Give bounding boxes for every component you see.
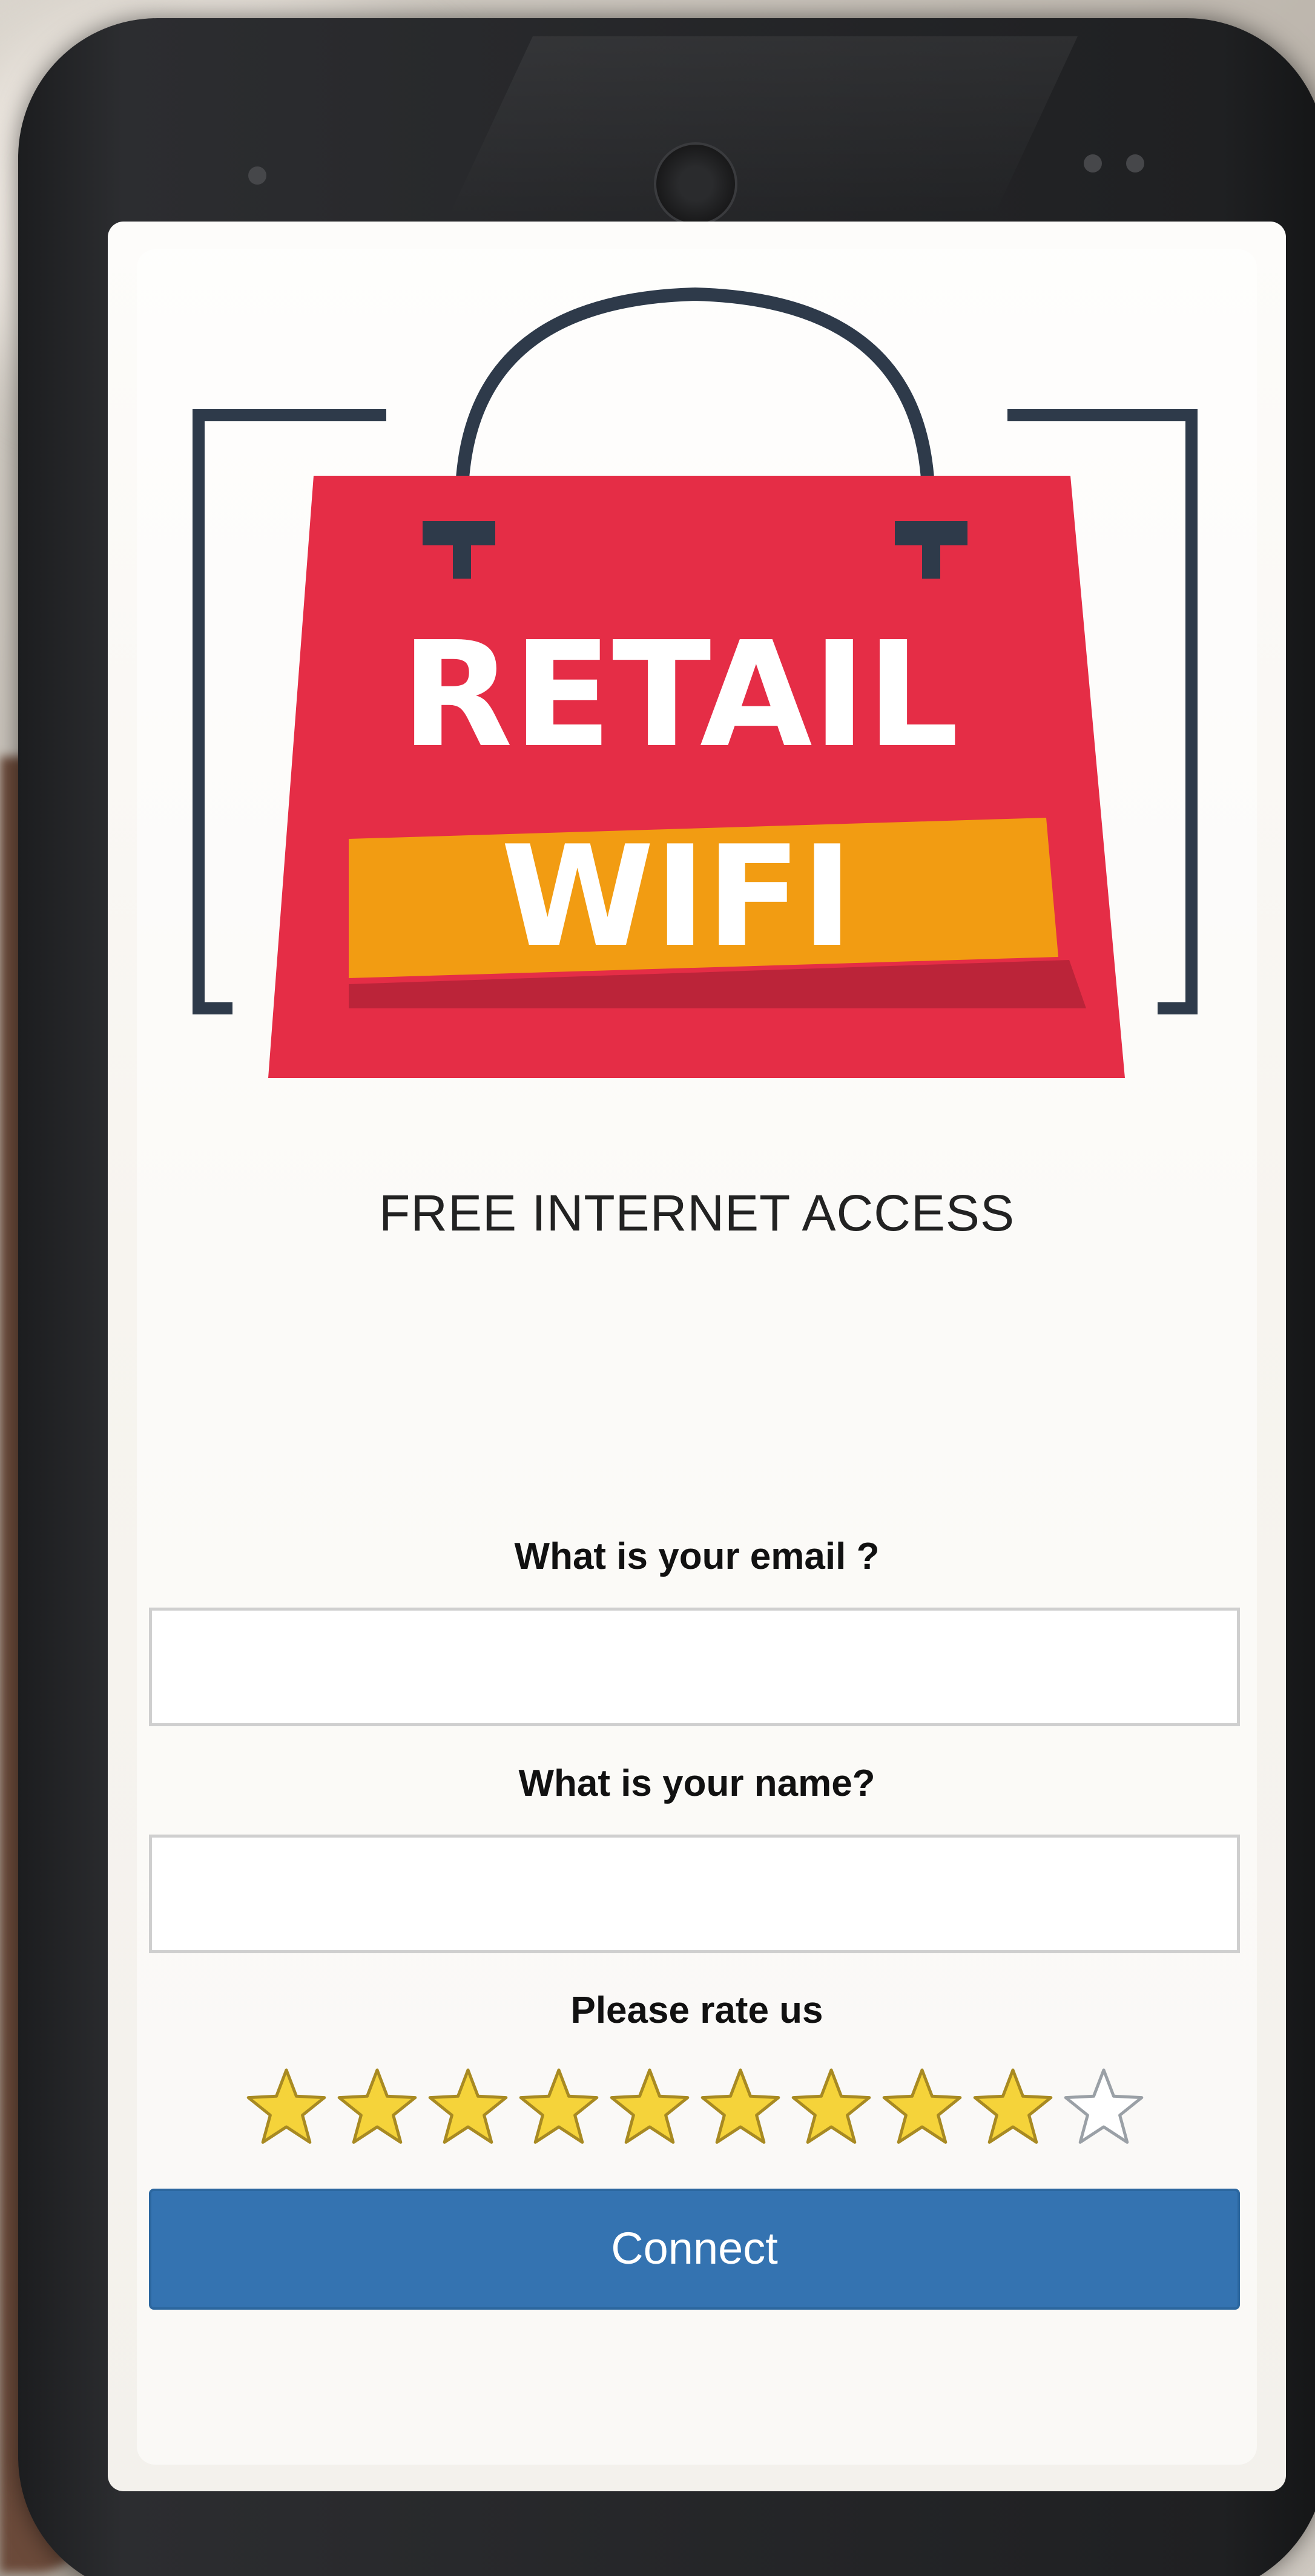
phone-frame: RETAIL WIFI FREE INTERNET ACCESS What is… [18, 18, 1315, 2576]
star-filled-icon[interactable] [695, 2062, 786, 2152]
phone-gloss [448, 36, 1078, 218]
sensor-icon [1126, 154, 1144, 172]
sensor-icon [248, 166, 266, 185]
front-camera-icon [654, 142, 737, 226]
star-empty-icon[interactable] [1058, 2062, 1149, 2152]
name-label: What is your name? [518, 1763, 875, 1804]
star-rating[interactable] [241, 2062, 1149, 2152]
star-filled-icon[interactable] [513, 2062, 604, 2152]
star-filled-icon[interactable] [877, 2062, 967, 2152]
handle-clip-icon [895, 521, 967, 545]
handle-clip-icon [423, 521, 495, 545]
star-filled-icon[interactable] [332, 2062, 423, 2152]
tagline: FREE INTERNET ACCESS [379, 1184, 1015, 1241]
connect-button[interactable]: Connect [149, 2189, 1240, 2310]
star-filled-icon[interactable] [241, 2062, 332, 2152]
retail-wifi-logo: RETAIL WIFI [193, 287, 1198, 1078]
phone-screen: RETAIL WIFI FREE INTERNET ACCESS What is… [108, 222, 1286, 2491]
star-filled-icon[interactable] [423, 2062, 513, 2152]
logo-line-1: RETAIL [401, 610, 959, 780]
sensor-icon [1084, 154, 1102, 172]
name-field[interactable] [149, 1835, 1240, 1953]
photo-background: RETAIL WIFI FREE INTERNET ACCESS What is… [0, 0, 1315, 2576]
rating-label: Please rate us [570, 1990, 823, 2031]
star-filled-icon[interactable] [604, 2062, 695, 2152]
logo-line-2: WIFI [501, 816, 853, 978]
handle-clip-icon [453, 542, 471, 579]
email-field[interactable] [149, 1608, 1240, 1726]
star-filled-icon[interactable] [967, 2062, 1058, 2152]
email-label: What is your email ? [514, 1536, 880, 1577]
handle-clip-icon [922, 542, 940, 579]
star-filled-icon[interactable] [786, 2062, 877, 2152]
